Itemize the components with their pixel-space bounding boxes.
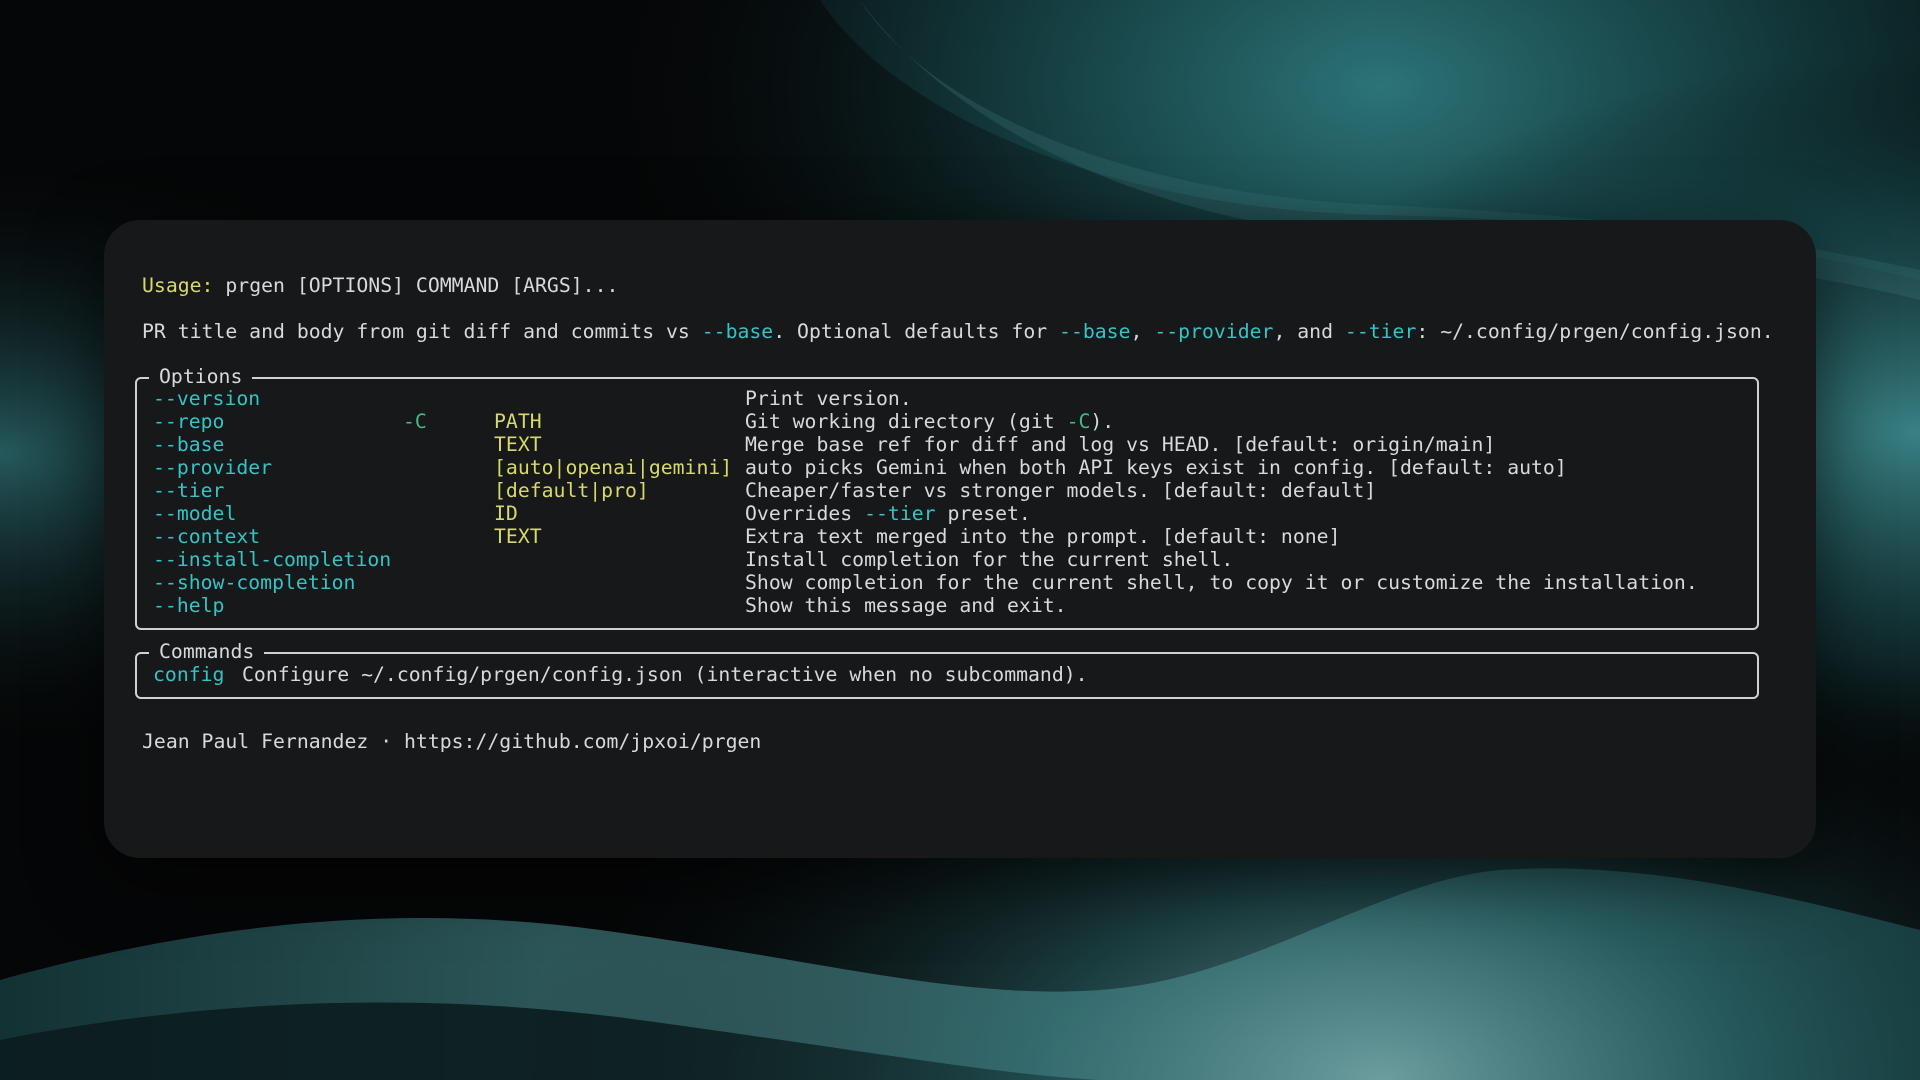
option-metavar: ID (494, 502, 518, 525)
option-help-text: ). (1090, 410, 1115, 433)
option-flag: --repo (153, 410, 225, 433)
option-flag: --context (153, 525, 261, 548)
option-row: --show-completion Show completion for the… (137, 571, 1757, 594)
usage-text: prgen [OPTIONS] COMMAND [ARGS]... (213, 274, 619, 297)
description-text: . Optional defaults for (773, 320, 1060, 343)
option-help: auto picks Gemini when both API keys exi… (745, 456, 1567, 479)
commands-panel: Commands config Configure ~/.config/prgen… (135, 640, 1759, 699)
option-help: Cheaper/faster vs stronger models. [defa… (745, 479, 1377, 502)
usage-line: Usage: prgen [OPTIONS] COMMAND [ARGS]... (142, 274, 618, 297)
option-help: Git working directory (git -C). (745, 410, 1114, 433)
description-text: PR title and body from git diff and comm… (142, 320, 702, 343)
description-text: , and (1273, 320, 1345, 343)
option-flag: --provider (153, 456, 273, 479)
option-row: --model ID Overrides --tier preset. (137, 502, 1757, 525)
option-row: --repo -C PATH Git working directory (git -… (137, 410, 1757, 433)
option-row: --install-completion Install completion f… (137, 548, 1757, 571)
flag-base: --base (1059, 320, 1131, 343)
option-row: --provider [auto|openai|gemini] auto picks… (137, 456, 1757, 479)
option-row: --tier [default|pro] Cheaper/faster vs str… (137, 479, 1757, 502)
command-help: Configure ~/.config/prgen/config.json (i… (242, 663, 1088, 686)
option-help-text: preset. (935, 502, 1031, 525)
option-flag: --version (153, 387, 261, 410)
option-help-text: Overrides (745, 502, 865, 525)
option-help-flag: --tier (864, 502, 936, 525)
flag-tier: --tier (1344, 320, 1417, 343)
option-metavar: TEXT (494, 525, 542, 548)
option-flag: --help (153, 594, 225, 617)
option-flag: --base (153, 433, 225, 456)
description-line: PR title and body from git diff and comm… (142, 320, 1774, 343)
option-metavar: [default|pro] (494, 479, 649, 502)
option-flag: --model (153, 502, 237, 525)
option-help: Print version. (745, 387, 912, 410)
option-flag: --install-completion (153, 548, 392, 571)
option-row: --base TEXT Merge base ref for diff and lo… (137, 433, 1757, 456)
option-help: Merge base ref for diff and log vs HEAD.… (745, 433, 1496, 456)
description-text: , (1130, 320, 1155, 343)
option-help: Show completion for the current shell, t… (745, 571, 1698, 594)
option-short-flag: -C (403, 410, 427, 433)
options-panel-title: Options (149, 365, 253, 388)
option-row: --context TEXT Extra text merged into the … (137, 525, 1757, 548)
footer-author: Jean Paul Fernandez (142, 730, 369, 753)
option-help-text: Git working directory (git (745, 410, 1067, 433)
option-metavar: [auto|openai|gemini] (494, 456, 733, 479)
option-flag: --tier (153, 479, 225, 502)
footer-url[interactable]: https://github.com/jpxoi/prgen (404, 730, 761, 753)
flag-base: --base (701, 320, 774, 343)
terminal-window: Usage: prgen [OPTIONS] COMMAND [ARGS]...… (104, 220, 1816, 858)
option-help-flag: -C (1066, 410, 1091, 433)
option-metavar: PATH (494, 410, 542, 433)
desktop: Usage: prgen [OPTIONS] COMMAND [ARGS]...… (0, 0, 1920, 1080)
option-row: --help Show this message and exit. (137, 594, 1757, 617)
option-row: --version Print version. (137, 387, 1757, 410)
option-help: Show this message and exit. (745, 594, 1067, 617)
commands-panel-title: Commands (149, 640, 265, 663)
command-row: config Configure ~/.config/prgen/config.j… (137, 663, 1757, 686)
option-help: Extra text merged into the prompt. [defa… (745, 525, 1341, 548)
description-text: : ~/.config/prgen/config.json. (1416, 320, 1774, 343)
option-flag: --show-completion (153, 571, 356, 594)
flag-provider: --provider (1154, 320, 1274, 343)
options-panel: Options --version Print version. --repo -C P… (135, 365, 1759, 630)
option-help: Install completion for the current shell… (745, 548, 1234, 571)
option-metavar: TEXT (494, 433, 542, 456)
footer-separator: · (368, 730, 405, 753)
option-help: Overrides --tier preset. (745, 502, 1031, 525)
command-name: config (153, 663, 225, 686)
footer-line: Jean Paul Fernandez · https://github.com… (142, 730, 761, 753)
usage-label: Usage: (142, 274, 214, 297)
